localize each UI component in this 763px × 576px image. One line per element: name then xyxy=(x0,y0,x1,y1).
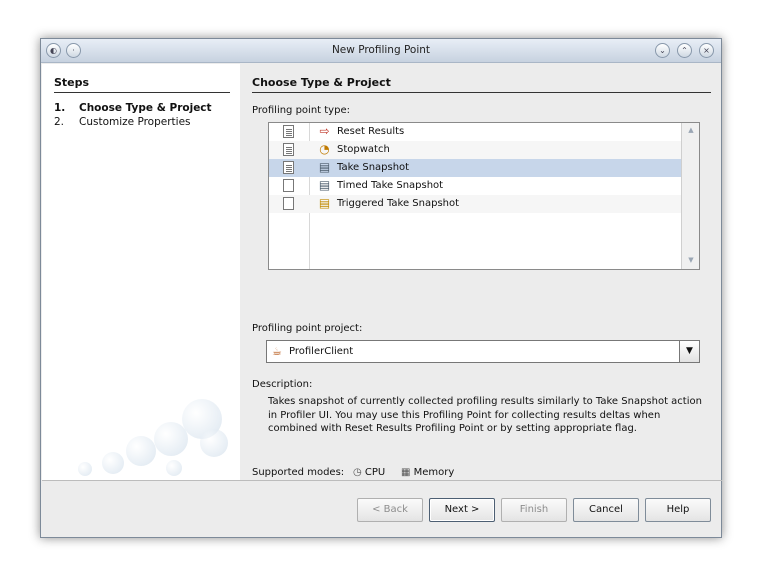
help-button[interactable]: Help xyxy=(645,498,711,522)
profiling-type-list[interactable]: ⇨ Reset Results ◔ Stopwatch ▤ Take Snaps… xyxy=(268,122,700,270)
minimize-icon[interactable]: ⌄ xyxy=(655,43,670,58)
decorative-bubble xyxy=(166,460,182,476)
project-select-value: ProfilerClient xyxy=(289,346,354,357)
step-item-2: 2. Customize Properties xyxy=(54,116,191,128)
list-item-label: Timed Take Snapshot xyxy=(337,180,444,191)
list-item-take-snapshot[interactable]: ▤ Take Snapshot xyxy=(269,159,681,177)
maximize-icon[interactable]: ⌃ xyxy=(677,43,692,58)
steps-heading: Steps xyxy=(54,76,90,89)
title-divider xyxy=(252,92,711,93)
next-button[interactable]: Next > xyxy=(429,498,495,522)
supported-modes-label: Supported modes: xyxy=(252,467,345,478)
list-item-label: Reset Results xyxy=(337,126,405,137)
description-label: Description: xyxy=(252,379,313,390)
mode-memory: ▦ Memory xyxy=(401,467,454,478)
decorative-bubble xyxy=(102,452,124,474)
snapshot-icon: ▤ xyxy=(318,160,331,174)
decorative-bubble xyxy=(200,429,228,457)
memory-icon: ▦ xyxy=(401,467,411,478)
dialog-window: ◐ · New Profiling Point ⌄ ⌃ × Steps 1. Ch… xyxy=(40,38,722,538)
triggered-snapshot-icon: ▤ xyxy=(318,196,331,210)
decorative-bubble xyxy=(78,462,92,476)
document-icon xyxy=(283,161,294,174)
step-number: 2. xyxy=(54,116,65,128)
project-label: Profiling point project: xyxy=(252,323,363,334)
cpu-icon: ◷ xyxy=(353,467,362,478)
document-icon xyxy=(283,197,294,210)
list-item-label: Triggered Take Snapshot xyxy=(337,198,460,209)
window-title: New Profiling Point xyxy=(331,44,431,56)
step-item-1: 1. Choose Type & Project xyxy=(54,102,212,114)
document-icon xyxy=(283,143,294,156)
step-number: 1. xyxy=(54,102,66,114)
java-project-icon: ☕ xyxy=(272,345,282,358)
finish-button[interactable]: Finish xyxy=(501,498,567,522)
list-item-reset-results[interactable]: ⇨ Reset Results xyxy=(269,123,681,141)
list-scrollbar[interactable]: ▲ ▼ xyxy=(681,123,699,269)
document-icon xyxy=(283,179,294,192)
list-item-label: Take Snapshot xyxy=(337,162,410,173)
list-item-timed-snapshot[interactable]: ▤ Timed Take Snapshot xyxy=(269,177,681,195)
decorative-bubble xyxy=(154,422,188,456)
title-bar[interactable]: ◐ · New Profiling Point ⌄ ⌃ × xyxy=(41,39,721,63)
document-icon xyxy=(283,125,294,138)
reset-results-icon: ⇨ xyxy=(319,124,330,138)
list-item-triggered-snapshot[interactable]: ▤ Triggered Take Snapshot xyxy=(269,195,681,213)
project-select[interactable]: ☕ ProfilerClient ▼ xyxy=(266,340,700,363)
timed-snapshot-icon: ▤ xyxy=(318,178,331,192)
description-text: Takes snapshot of currently collected pr… xyxy=(268,396,702,434)
chevron-down-icon[interactable]: ▼ xyxy=(679,341,699,362)
mode-label: Memory xyxy=(413,467,455,478)
scroll-down-icon[interactable]: ▼ xyxy=(685,255,697,265)
list-item-label: Stopwatch xyxy=(337,144,390,155)
mode-label: CPU xyxy=(364,467,386,478)
mode-cpu: ◷ CPU xyxy=(353,467,385,478)
page-title: Choose Type & Project xyxy=(252,76,391,89)
close-icon[interactable]: × xyxy=(699,43,714,58)
stopwatch-icon: ◔ xyxy=(319,142,330,156)
back-button[interactable]: < Back xyxy=(357,498,423,522)
steps-divider xyxy=(54,92,230,93)
decorative-bubble xyxy=(126,436,156,466)
scroll-up-icon[interactable]: ▲ xyxy=(685,125,697,135)
steps-panel: Steps 1. Choose Type & Project 2. Customiz… xyxy=(42,64,240,480)
cancel-button[interactable]: Cancel xyxy=(573,498,639,522)
type-label: Profiling point type: xyxy=(252,105,350,116)
step-label: Customize Properties xyxy=(79,116,191,128)
list-item-stopwatch[interactable]: ◔ Stopwatch xyxy=(269,141,681,159)
button-bar-divider xyxy=(42,480,722,481)
step-label: Choose Type & Project xyxy=(79,102,212,114)
content-panel: Choose Type & Project Profiling point ty… xyxy=(241,64,721,480)
